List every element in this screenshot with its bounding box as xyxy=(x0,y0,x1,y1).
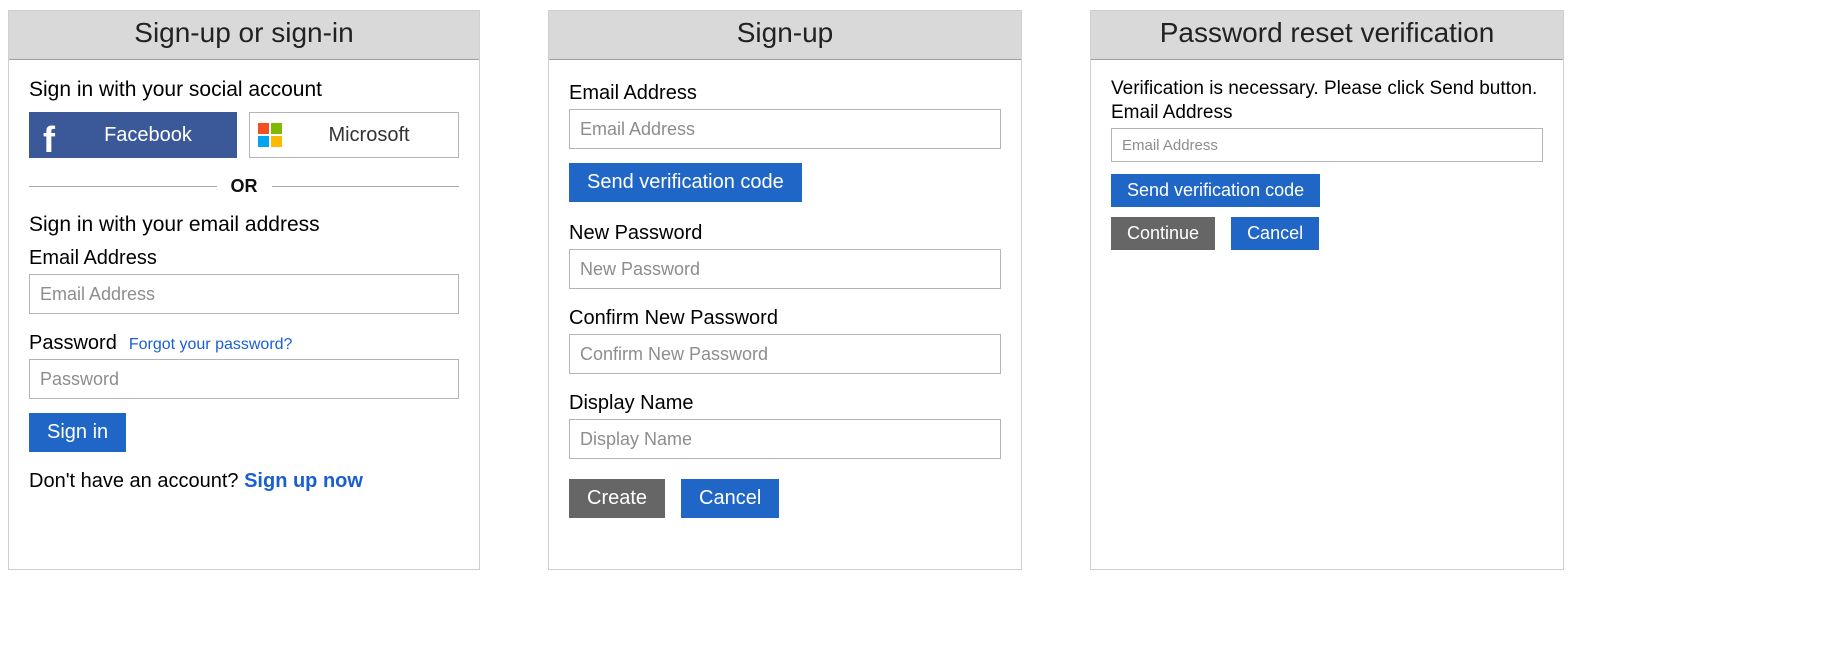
new-password-label: New Password xyxy=(569,222,1001,245)
signup-prompt: Don't have an account? Sign up now xyxy=(29,470,459,493)
password-label: Password xyxy=(29,332,117,355)
facebook-icon: f xyxy=(29,112,69,158)
signup-email-label: Email Address xyxy=(569,82,1001,105)
social-signin-heading: Sign in with your social account xyxy=(29,78,459,102)
signup-now-link[interactable]: Sign up now xyxy=(244,470,363,492)
email-input[interactable] xyxy=(29,274,459,314)
signin-button[interactable]: Sign in xyxy=(29,413,126,452)
signup-email-input[interactable] xyxy=(569,109,1001,149)
facebook-signin-button[interactable]: f Facebook xyxy=(29,112,237,158)
display-name-input[interactable] xyxy=(569,419,1001,459)
microsoft-label: Microsoft xyxy=(290,124,458,147)
verification-instruction: Verification is necessary. Please click … xyxy=(1111,78,1543,100)
signup-panel: Sign-up Email Address Send verification … xyxy=(548,10,1022,570)
signin-panel: Sign-up or sign-in Sign in with your soc… xyxy=(8,10,480,570)
reset-email-input[interactable] xyxy=(1111,128,1543,162)
reset-cancel-button[interactable]: Cancel xyxy=(1231,217,1319,250)
facebook-label: Facebook xyxy=(69,124,237,147)
continue-button[interactable]: Continue xyxy=(1111,217,1215,250)
or-divider: OR xyxy=(29,176,459,197)
password-input[interactable] xyxy=(29,359,459,399)
or-divider-text: OR xyxy=(217,176,272,197)
microsoft-signin-button[interactable]: Microsoft xyxy=(249,112,459,158)
reset-email-label: Email Address xyxy=(1111,102,1543,124)
reset-send-code-button[interactable]: Send verification code xyxy=(1111,174,1320,207)
display-name-label: Display Name xyxy=(569,392,1001,415)
signup-panel-title: Sign-up xyxy=(549,11,1021,60)
email-label: Email Address xyxy=(29,247,459,270)
local-signin-heading: Sign in with your email address xyxy=(29,213,459,237)
signup-cancel-button[interactable]: Cancel xyxy=(681,479,779,518)
no-account-text: Don't have an account? xyxy=(29,470,244,492)
create-button[interactable]: Create xyxy=(569,479,665,518)
new-password-input[interactable] xyxy=(569,249,1001,289)
password-reset-title: Password reset verification xyxy=(1091,11,1563,60)
forgot-password-link[interactable]: Forgot your password? xyxy=(129,336,293,354)
password-reset-panel: Password reset verification Verification… xyxy=(1090,10,1564,570)
signin-panel-title: Sign-up or sign-in xyxy=(9,11,479,60)
confirm-password-input[interactable] xyxy=(569,334,1001,374)
confirm-password-label: Confirm New Password xyxy=(569,307,1001,330)
microsoft-icon xyxy=(250,112,290,158)
send-verification-code-button[interactable]: Send verification code xyxy=(569,163,802,202)
